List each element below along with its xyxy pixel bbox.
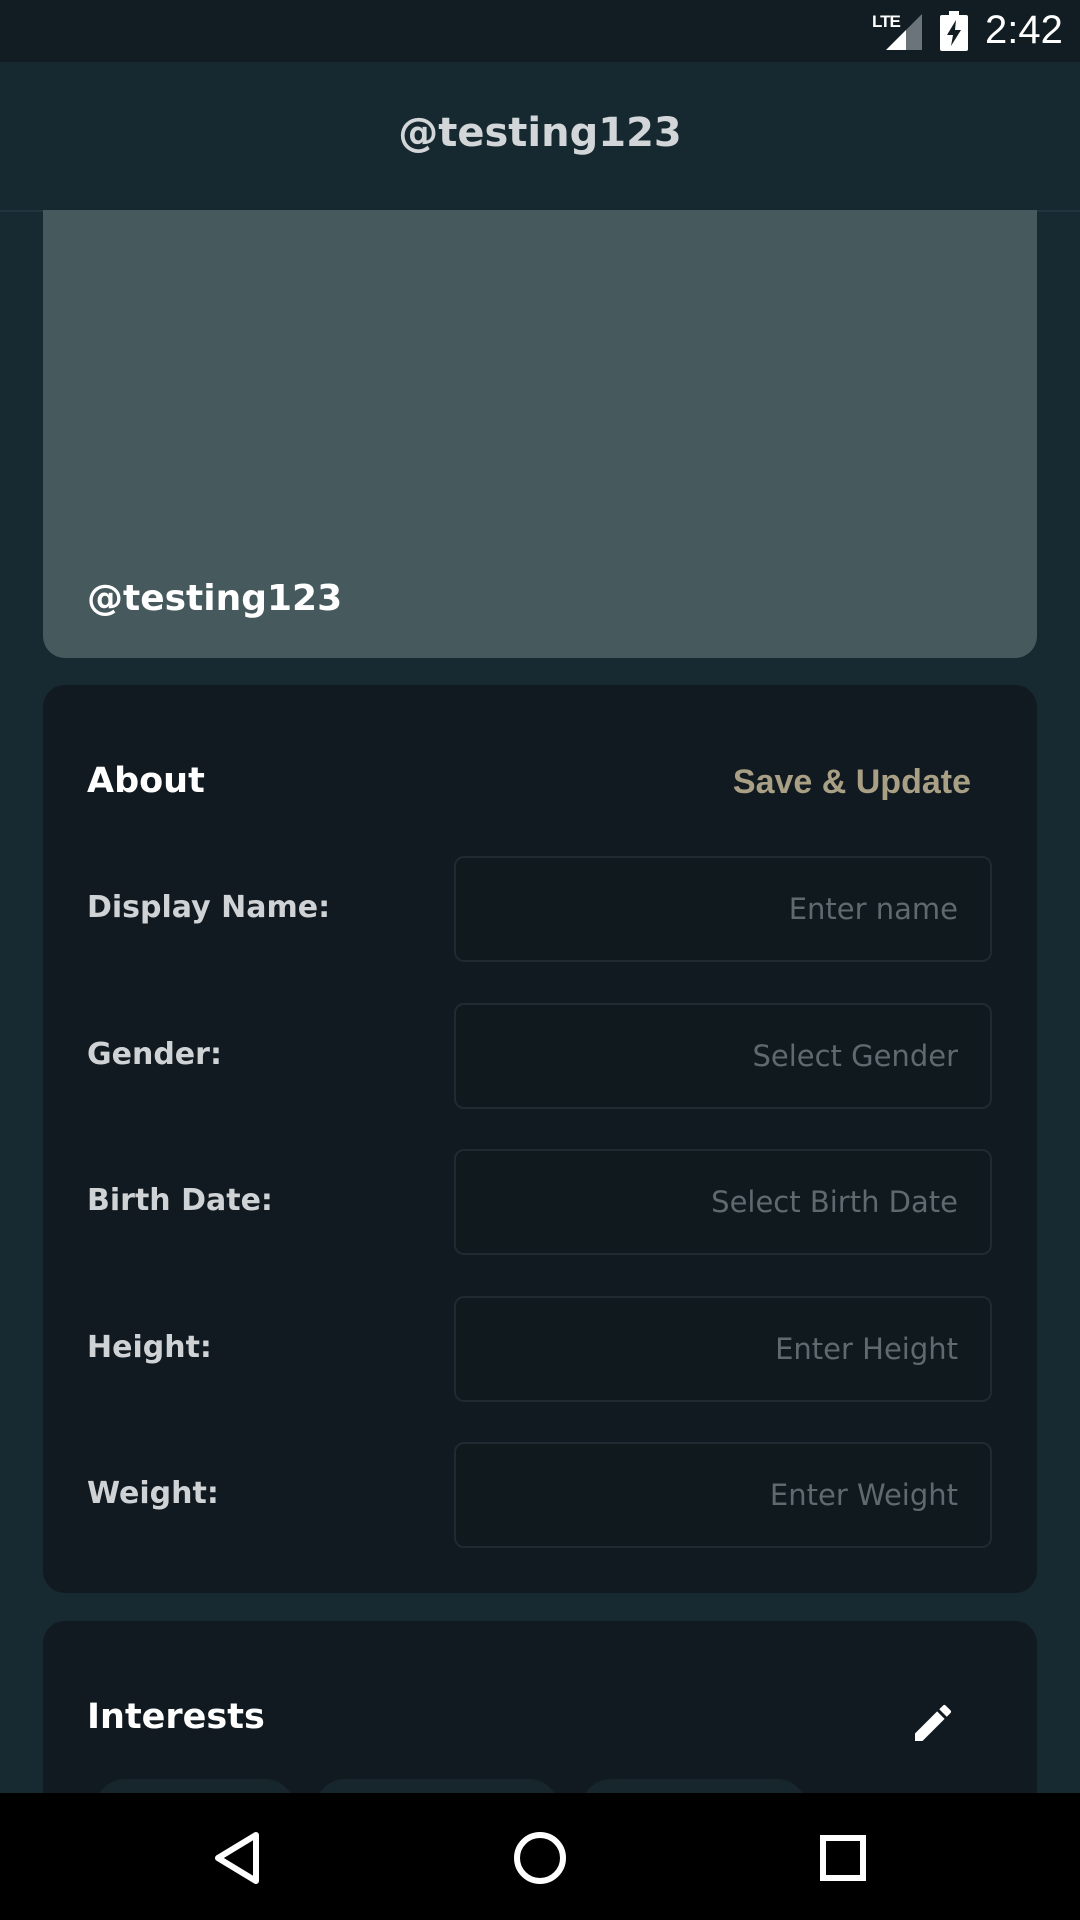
gender-label: Gender: <box>87 1037 222 1072</box>
back-icon[interactable] <box>202 1823 272 1893</box>
profile-username: @testing123 <box>87 578 343 619</box>
pencil-icon[interactable] <box>909 1699 957 1747</box>
height-label: Height: <box>87 1330 212 1365</box>
app-bar: @testing123 <box>0 62 1080 212</box>
height-input[interactable] <box>454 1296 992 1402</box>
birth-date-label: Birth Date: <box>87 1183 273 1218</box>
birth-date-picker[interactable] <box>454 1149 992 1255</box>
weight-label: Weight: <box>87 1476 219 1511</box>
display-name-input[interactable] <box>454 856 992 962</box>
gender-select[interactable] <box>454 1003 992 1109</box>
weight-row: Weight: <box>43 1442 1037 1550</box>
interests-heading: Interests <box>87 1697 265 1737</box>
birth-date-row: Birth Date: <box>43 1149 1037 1257</box>
page-title: @testing123 <box>398 110 682 156</box>
save-update-button[interactable]: Save & Update <box>733 763 971 802</box>
home-icon[interactable] <box>505 1823 575 1893</box>
recents-icon[interactable] <box>808 1823 878 1893</box>
navigation-bar <box>0 1793 1080 1920</box>
status-bar: LTE 2:42 <box>0 0 1080 62</box>
height-row: Height: <box>43 1296 1037 1404</box>
display-name-row: Display Name: <box>43 856 1037 964</box>
clock: 2:42 <box>985 8 1063 52</box>
display-name-label: Display Name: <box>87 890 331 925</box>
profile-cover: @testing123 <box>43 210 1037 658</box>
signal-icon <box>886 14 922 50</box>
gender-row: Gender: <box>43 1003 1037 1111</box>
weight-input[interactable] <box>454 1442 992 1548</box>
about-card: About Save & Update Display Name: Gender… <box>43 685 1037 1593</box>
screen: LTE 2:42 @testing123 @testing123 About S… <box>0 0 1080 1920</box>
battery-charging-icon <box>940 11 968 51</box>
about-heading: About <box>87 761 205 801</box>
